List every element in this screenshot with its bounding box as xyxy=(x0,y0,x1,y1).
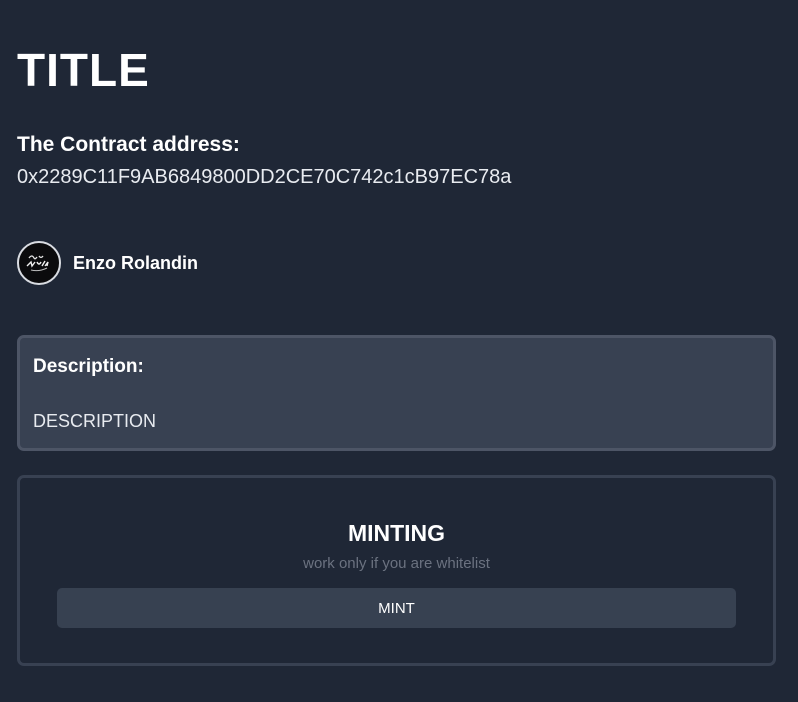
page-title: TITLE xyxy=(17,44,150,96)
page: TITLE The Contract address: 0x2289C11F9A… xyxy=(0,0,798,702)
minting-heading: MINTING xyxy=(347,520,446,546)
avatar-logo-icon xyxy=(26,255,49,272)
author-name[interactable]: Enzo Rolandin xyxy=(73,253,198,274)
contract-address-label: The Contract address: xyxy=(17,133,240,156)
contract-address-value: 0x2289C11F9AB6849800DD2CE70C742c1cB97EC7… xyxy=(17,166,512,188)
description-label: Description: xyxy=(33,356,144,377)
avatar xyxy=(17,241,61,285)
minting-card: MINTING work only if you are whitelist M… xyxy=(17,475,776,666)
mint-button[interactable]: MINT xyxy=(57,588,736,628)
description-text: DESCRIPTION xyxy=(33,411,157,431)
description-card: Description: DESCRIPTION xyxy=(17,335,776,451)
author-info: Enzo Rolandin xyxy=(17,239,198,287)
minting-subtitle: work only if you are whitelist xyxy=(303,555,490,572)
